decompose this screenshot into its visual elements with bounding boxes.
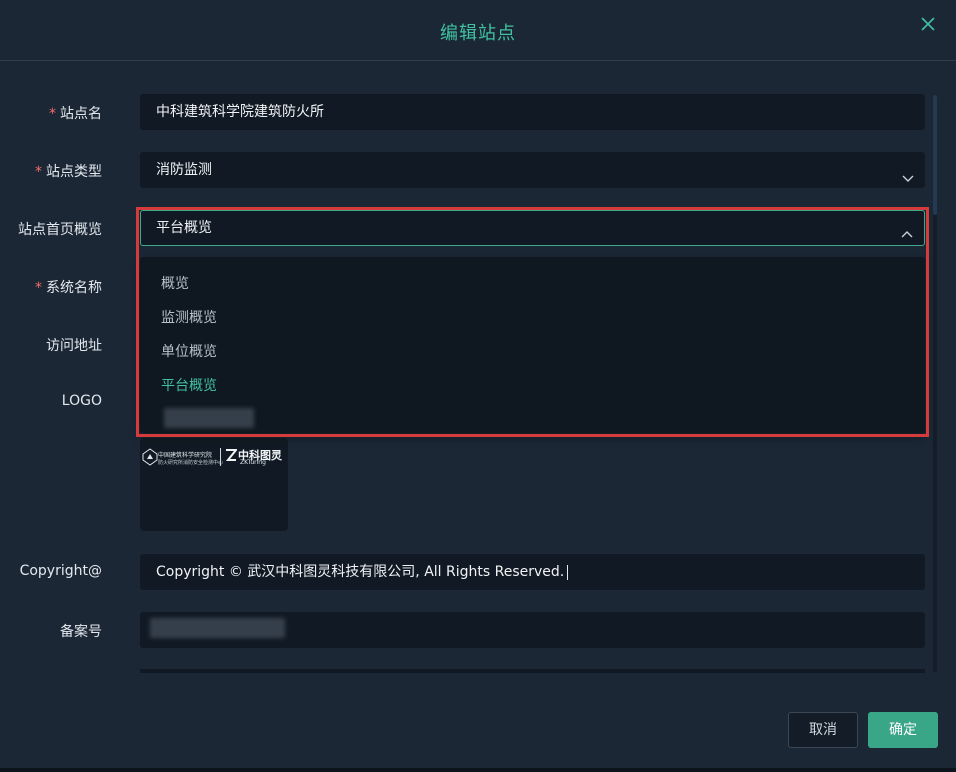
redacted-value <box>150 618 285 638</box>
edit-site-dialog: 编辑站点 * 站点名 中科建筑科学院建筑防火所 * 站点类型 消防监测 站点首页概览… <box>0 0 956 768</box>
dropdown-option-platform-overview[interactable]: 平台概览 <box>161 375 217 395</box>
required-mark: * <box>49 106 56 122</box>
dropdown-option-monitor-overview[interactable]: 监测概览 <box>161 307 217 327</box>
close-icon[interactable] <box>918 14 938 34</box>
logo-left-subtext: 防火研究所消防安全检测中心 <box>158 460 224 466</box>
site-type-label: * 站点类型 <box>35 164 102 180</box>
required-mark: * <box>35 280 42 296</box>
home-overview-value: 平台概览 <box>156 220 212 236</box>
redacted-option[interactable] <box>164 408 254 428</box>
window-bottom-edge <box>0 768 956 772</box>
logo-left-text: 中国建筑科学研究院 <box>158 452 213 459</box>
site-type-value: 消防监测 <box>156 162 212 178</box>
next-field-partial <box>140 669 925 673</box>
system-name-label: * 系统名称 <box>35 280 102 296</box>
logo-upload-preview[interactable]: 中国建筑科学研究院 防火研究所消防安全检测中心 中科图灵 ZKTuring <box>140 438 288 531</box>
site-name-input[interactable]: 中科建筑科学院建筑防火所 <box>140 94 925 130</box>
logo-divider <box>220 448 221 466</box>
home-overview-select[interactable]: 平台概览 <box>140 210 925 246</box>
scrollbar[interactable] <box>933 95 937 672</box>
home-overview-dropdown: 概览 监测概览 单位概览 平台概览 <box>140 257 925 433</box>
text-caret <box>567 564 569 580</box>
dialog-title: 编辑站点 <box>440 23 516 44</box>
access-url-label: 访问地址 <box>46 338 102 354</box>
scrollbar-thumb[interactable] <box>933 95 937 215</box>
copyright-value: Copyright © 武汉中科图灵科技有限公司, All Rights Res… <box>156 564 565 580</box>
site-name-label: * 站点名 <box>49 106 102 122</box>
confirm-button[interactable]: 确定 <box>868 712 938 748</box>
record-no-label: 备案号 <box>60 624 102 640</box>
chevron-up-icon <box>900 221 914 238</box>
copyright-input[interactable]: Copyright © 武汉中科图灵科技有限公司, All Rights Res… <box>140 554 925 590</box>
record-no-input[interactable] <box>140 612 925 648</box>
logo-brand-subtext: ZKTuring <box>240 459 266 466</box>
chevron-down-icon <box>901 163 915 182</box>
logo-label: LOGO <box>61 393 102 409</box>
home-overview-label: 站点首页概览 <box>18 222 102 238</box>
zk-logo-icon <box>225 447 239 466</box>
copyright-label: Copyright@ <box>19 563 102 579</box>
dropdown-option-unit-overview[interactable]: 单位概览 <box>161 341 217 361</box>
dialog-header: 编辑站点 <box>0 0 956 61</box>
site-type-select[interactable]: 消防监测 <box>140 152 925 188</box>
cancel-button[interactable]: 取消 <box>788 712 858 748</box>
dropdown-option-overview[interactable]: 概览 <box>161 273 189 293</box>
required-mark: * <box>35 164 42 180</box>
